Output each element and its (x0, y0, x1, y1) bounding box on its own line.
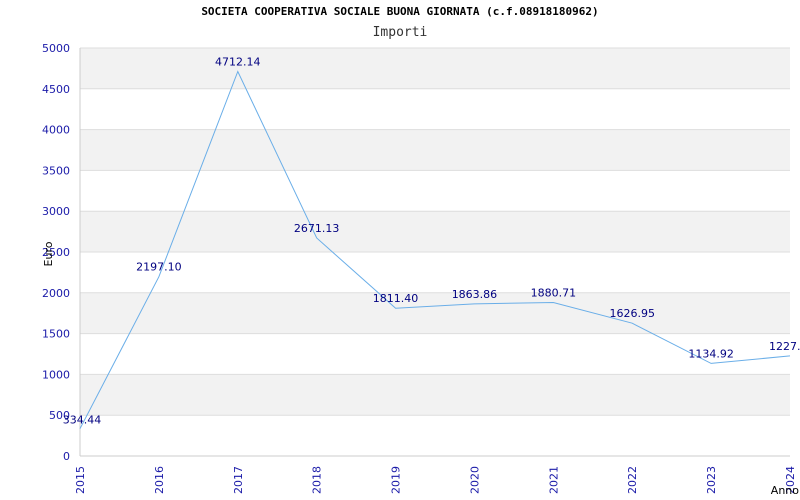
data-point-label: 1227.1 (769, 340, 800, 353)
x-tick-label: 2016 (153, 466, 166, 494)
y-tick-label: 4000 (42, 124, 70, 137)
line-chart: 0500100015002000250030003500400045005000… (42, 42, 800, 497)
data-point-label: 334.44 (63, 414, 102, 427)
y-tick-label: 1000 (42, 368, 70, 381)
x-tick-label: 2023 (705, 466, 718, 494)
y-tick-label: 1500 (42, 328, 70, 341)
x-tick-label: 2020 (468, 466, 481, 494)
x-axis-title: Anno (771, 484, 799, 497)
x-tick-label: 2017 (232, 466, 245, 494)
x-tick-label: 2021 (547, 466, 560, 494)
y-tick-label: 3500 (42, 164, 70, 177)
x-tick-label: 2022 (626, 466, 639, 494)
data-point-label: 1626.95 (609, 307, 655, 320)
plot-band (80, 374, 790, 416)
x-tick-labels: 2015 2016 2017 2018 2019 2020 2021 2022 2023 2024 (74, 466, 797, 494)
data-point-label: 2671.13 (294, 222, 340, 235)
y-tick-label: 4500 (42, 83, 70, 96)
data-point-label: 2197.10 (136, 261, 182, 274)
y-tick-label: 2000 (42, 287, 70, 300)
data-point-label: 4712.14 (215, 55, 261, 68)
data-point-label: 1880.71 (531, 287, 577, 300)
plot-band (80, 292, 790, 334)
x-tick-label: 2018 (311, 466, 324, 494)
data-point-label: 1811.40 (373, 292, 419, 305)
plot-band (80, 211, 790, 252)
chart-page: SOCIETA COOPERATIVA SOCIALE BUONA GIORNA… (0, 0, 800, 500)
plot-bands (80, 48, 790, 416)
y-tick-label: 3000 (42, 205, 70, 218)
data-point-label: 1134.92 (688, 347, 734, 360)
y-tick-label: 0 (63, 450, 70, 463)
x-tick-label: 2015 (74, 466, 87, 494)
y-axis-title: Euro (42, 241, 55, 266)
plot-band (80, 129, 790, 171)
x-tick-label: 2019 (390, 466, 403, 494)
y-tick-label: 5000 (42, 42, 70, 55)
data-point-label: 1863.86 (452, 288, 498, 301)
plot-band (80, 48, 790, 89)
